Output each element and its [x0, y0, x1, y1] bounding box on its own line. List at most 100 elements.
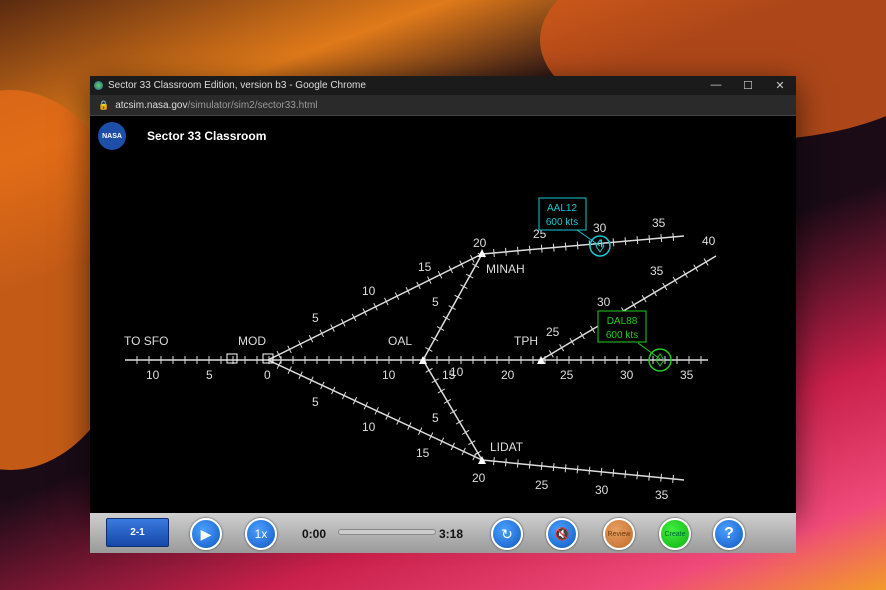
fix-label-to-sfo: TO SFO — [124, 334, 168, 348]
route-tick — [493, 248, 495, 257]
window-title: Sector 33 Classroom Edition, version b3 … — [108, 80, 366, 91]
tick-label: 15 — [416, 446, 430, 460]
lock-icon: 🔒 — [98, 99, 110, 110]
fix-label-mod: MOD — [238, 334, 266, 348]
favicon-icon — [94, 81, 103, 90]
create-button[interactable]: Create — [659, 518, 691, 550]
tick-label: 20 — [473, 236, 487, 250]
play-button[interactable]: ▶ — [190, 518, 222, 550]
aircraft-dal88[interactable]: DAL88 600 kts — [597, 310, 672, 372]
maximize-button[interactable]: ☐ — [732, 79, 764, 92]
route-tick — [528, 460, 531, 469]
route-tick — [516, 459, 519, 468]
route-tick — [660, 233, 663, 243]
aircraft-speed: 600 kts — [606, 330, 638, 341]
fix-label-lidat: LIDAT — [490, 440, 524, 454]
radar-map: TO SFO MOD OAL TPH MINAH LIDAT 10 5 0 10… — [124, 197, 717, 502]
tick-label: 25 — [546, 325, 560, 339]
route-tick — [612, 238, 615, 247]
tick-label: 15 — [418, 260, 432, 274]
route-tick — [636, 236, 639, 245]
route-tick — [504, 458, 507, 467]
review-button[interactable]: Review — [603, 518, 635, 550]
tick-label: 5 — [312, 395, 319, 409]
mute-icon: 🔇 — [554, 527, 570, 541]
tick-label: 25 — [560, 368, 574, 382]
tick-label: 5 — [206, 368, 213, 382]
time-end: 3:18 — [439, 527, 464, 541]
url-path: /simulator/sim2/sector33.html — [187, 99, 318, 111]
speed-button[interactable]: 1x — [245, 518, 277, 550]
route-minah-east — [481, 235, 685, 255]
simulator-page: NASA Sector 33 Classroom TO SFO MOD OAL … — [90, 116, 796, 553]
address-bar[interactable]: 🔒 atcsim.nasa.gov/simulator/sim2/sector3… — [90, 95, 796, 116]
tick-label: 35 — [680, 368, 694, 382]
route-tick — [528, 245, 531, 254]
tick-label: 35 — [652, 216, 666, 230]
tick-label: 10 — [362, 420, 376, 434]
mute-button[interactable]: 🔇 — [546, 518, 578, 550]
route-tick — [624, 470, 627, 479]
route-tick — [505, 247, 507, 256]
tick-label: 5 — [432, 411, 439, 425]
route-tick — [612, 468, 615, 478]
tick-label: 10 — [146, 368, 160, 382]
tick-label: 5 — [432, 295, 439, 309]
route-tick — [540, 244, 543, 253]
tick-label: 35 — [650, 264, 664, 278]
time-slider[interactable] — [338, 529, 436, 535]
tick-label: 35 — [655, 488, 669, 502]
title-bar: Sector 33 Classroom Edition, version b3 … — [90, 76, 796, 95]
route-tick — [540, 461, 543, 470]
restart-button[interactable]: ↻ — [491, 518, 523, 550]
route-tph-ne — [540, 255, 717, 361]
fix-sfo-marker — [226, 353, 238, 364]
fix-label-oal: OAL — [388, 334, 412, 348]
aircraft-speed: 600 kts — [546, 217, 578, 228]
aircraft-callsign: AAL12 — [547, 203, 577, 214]
route-tick — [552, 463, 555, 472]
fix-label-minah: MINAH — [486, 262, 525, 276]
sector-select-button[interactable]: 2-1 — [106, 518, 169, 547]
route-tick — [493, 457, 495, 466]
route-tick — [672, 232, 675, 241]
tick-label: 30 — [593, 221, 607, 235]
route-tick — [576, 465, 579, 474]
route-tick — [648, 235, 651, 244]
tick-label: 10 — [450, 365, 464, 379]
tick-label: 25 — [535, 478, 549, 492]
route-tick — [600, 467, 603, 476]
route-tick — [672, 474, 674, 483]
tick-label: 20 — [472, 471, 486, 485]
tick-label: 30 — [595, 483, 609, 497]
tick-label: 40 — [702, 234, 716, 248]
tick-label: 20 — [501, 368, 515, 382]
control-toolbar: 2-1 ▶ 1x 0:00 3:18 ↻ 🔇 Review Create ? — [90, 513, 796, 553]
route-lidat-east — [481, 459, 685, 481]
help-button[interactable]: ? — [713, 518, 745, 550]
route-tick — [636, 471, 639, 480]
route-tick — [588, 466, 591, 475]
tick-label: 30 — [597, 295, 611, 309]
browser-window: Sector 33 Classroom Edition, version b3 … — [90, 76, 796, 553]
fix-label-tph: TPH — [514, 334, 538, 348]
tick-label: 0 — [264, 368, 271, 382]
route-tick — [564, 464, 567, 473]
route-tick — [564, 242, 567, 251]
route-tick — [660, 473, 663, 482]
play-icon: ▶ — [200, 525, 212, 542]
route-tick — [517, 246, 519, 255]
close-button[interactable]: ✕ — [764, 79, 796, 92]
tick-label: 10 — [362, 284, 376, 298]
url-host: atcsim.nasa.gov — [115, 99, 188, 111]
tick-label: 30 — [620, 368, 634, 382]
route-tick — [648, 472, 651, 481]
tick-label: 10 — [382, 368, 396, 382]
route-tick — [624, 237, 627, 246]
aircraft-callsign: DAL88 — [607, 316, 638, 327]
route-tick — [576, 241, 579, 250]
minimize-button[interactable]: — — [700, 79, 732, 92]
tick-label: 5 — [312, 311, 319, 325]
route-tick — [552, 243, 555, 252]
time-start: 0:00 — [302, 527, 327, 541]
